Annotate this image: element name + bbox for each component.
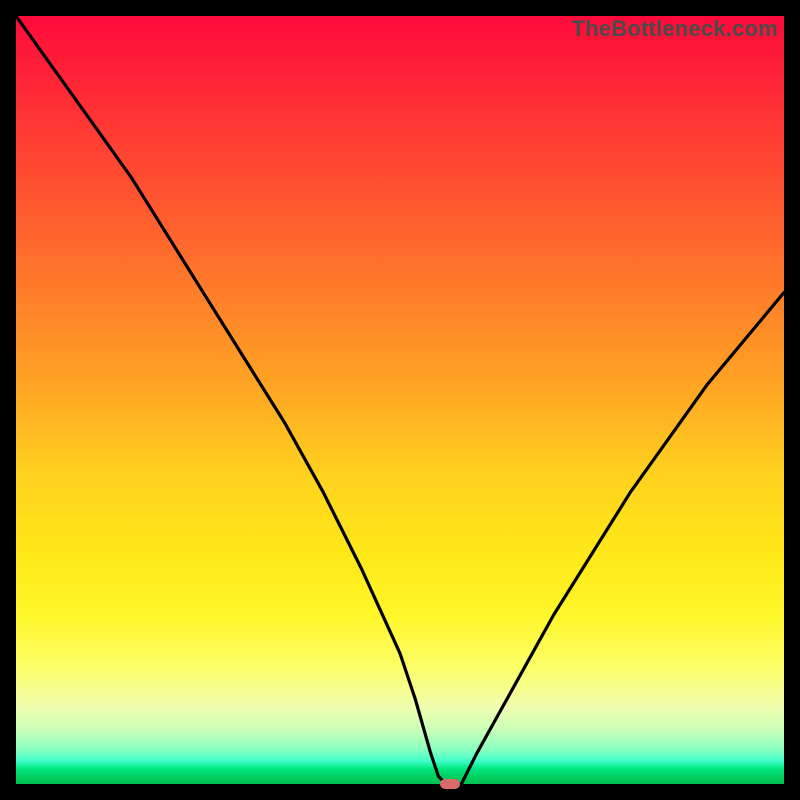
plot-area: TheBottleneck.com: [16, 16, 784, 784]
curve-path: [16, 16, 784, 784]
chart-frame: TheBottleneck.com: [0, 0, 800, 800]
bottleneck-curve: [16, 16, 784, 784]
